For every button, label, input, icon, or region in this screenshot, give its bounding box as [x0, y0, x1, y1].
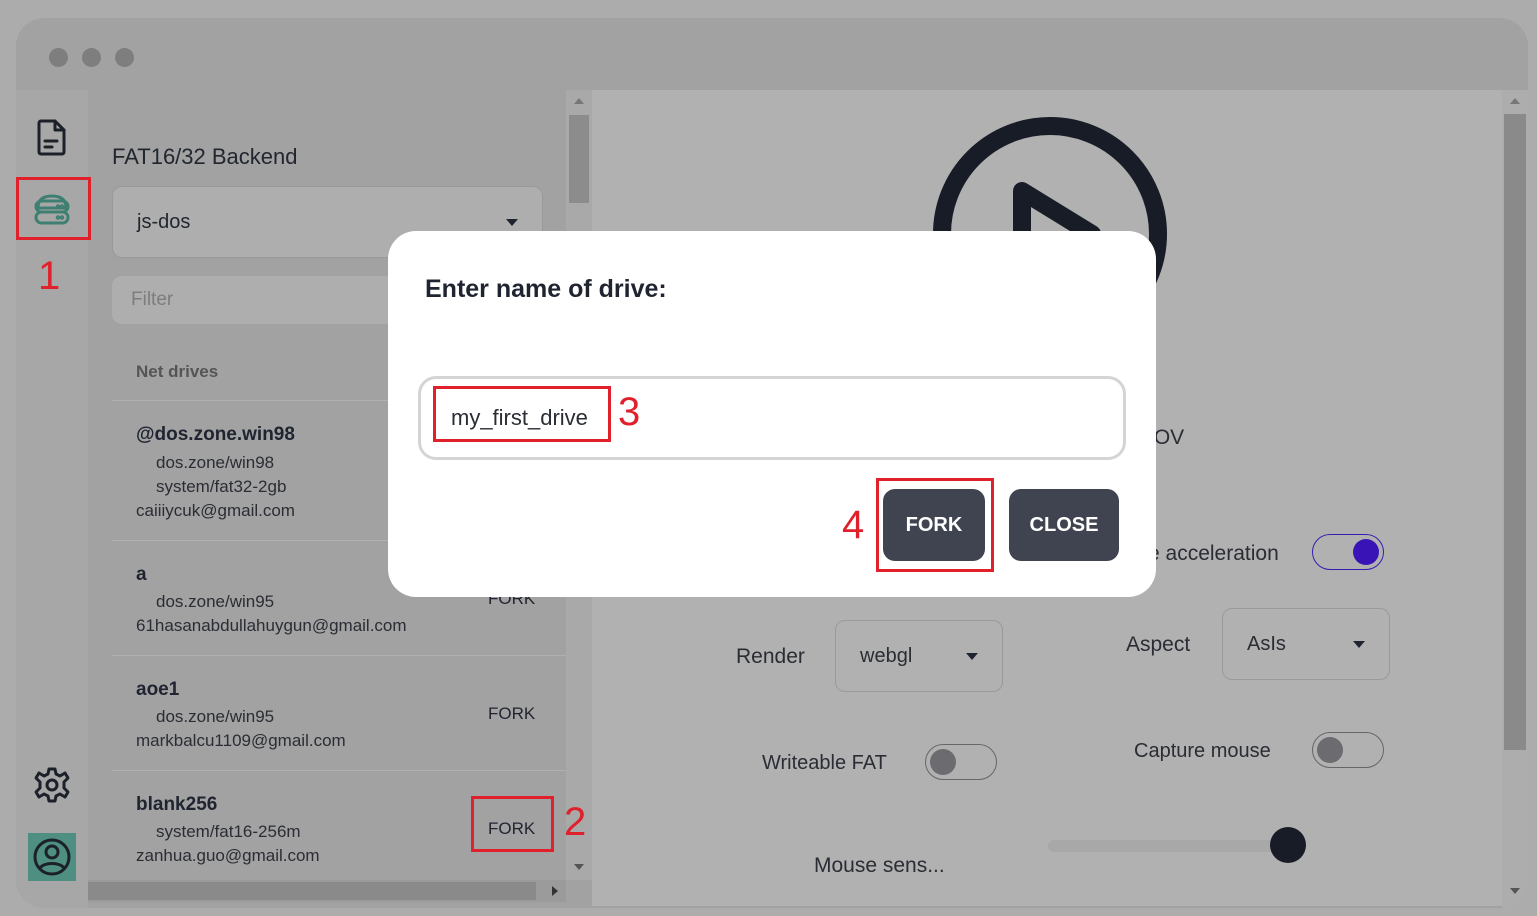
- drive-title: a: [136, 564, 147, 585]
- toggle-knob: [930, 749, 956, 775]
- drive-title: @dos.zone.win98: [136, 424, 295, 445]
- aspect-label: Aspect: [1126, 633, 1191, 656]
- mouse-sensitivity-label: Mouse sens...: [814, 854, 945, 877]
- annotation-box: [16, 177, 91, 240]
- scrollbar-thumb[interactable]: [569, 115, 589, 203]
- window-minimize-button[interactable]: [82, 48, 101, 67]
- window-maximize-button[interactable]: [115, 48, 134, 67]
- window-controls: [49, 48, 134, 67]
- annotation-number: 3: [618, 390, 641, 434]
- scroll-up-icon[interactable]: [1510, 98, 1520, 104]
- render-select-value: webgl: [860, 645, 913, 667]
- drive-detail: dos.zone/win98: [156, 453, 275, 472]
- window-close-button[interactable]: [49, 48, 68, 67]
- annotation-box: [433, 386, 611, 442]
- toggle-knob: [1353, 539, 1379, 565]
- fork-button[interactable]: FORK: [488, 704, 535, 724]
- annotation-number: 4: [842, 503, 865, 547]
- main-vertical-scrollbar[interactable]: [1502, 90, 1528, 908]
- drive-detail: system/fat32-2gb: [156, 477, 287, 496]
- drive-title: blank256: [136, 794, 218, 815]
- drive-title: aoe1: [136, 679, 180, 700]
- annotation-number: 2: [564, 800, 587, 844]
- drive-detail: system/fat16-256m: [156, 822, 301, 841]
- drive-detail: dos.zone/win95: [156, 707, 275, 726]
- panel-horizontal-scrollbar[interactable]: [88, 880, 566, 902]
- annotation-box: [471, 796, 554, 852]
- scroll-down-icon[interactable]: [574, 864, 584, 870]
- chevron-down-icon: [506, 219, 518, 226]
- chevron-down-icon: [966, 653, 978, 660]
- drive-owner: markbalcu1109@gmail.com: [136, 731, 346, 750]
- mouse-acceleration-toggle[interactable]: [1312, 534, 1384, 570]
- backend-select-value: js-dos: [137, 211, 191, 233]
- drive-detail: dos.zone/win95: [156, 592, 275, 611]
- scroll-right-icon[interactable]: [552, 886, 558, 896]
- sidebar-item-settings[interactable]: [28, 761, 76, 809]
- drive-owner: 61hasanabdullahuygun@gmail.com: [136, 616, 407, 635]
- net-drives-header: Net drives: [136, 362, 219, 381]
- sidebar-item-document[interactable]: [28, 113, 76, 161]
- user-icon: [33, 838, 71, 876]
- annotation-box: [876, 478, 994, 572]
- panel-title: FAT16/32 Backend: [112, 144, 298, 169]
- chevron-down-icon: [1353, 641, 1365, 648]
- writeable-fat-toggle[interactable]: [925, 744, 997, 780]
- slider-handle[interactable]: [1270, 827, 1306, 863]
- capture-mouse-label: Capture mouse: [1134, 740, 1271, 762]
- toggle-knob: [1317, 737, 1343, 763]
- mouse-sensitivity-slider[interactable]: [1048, 840, 1288, 852]
- render-select[interactable]: webgl: [835, 620, 1003, 692]
- aspect-select[interactable]: AsIs: [1222, 608, 1390, 680]
- capture-mouse-toggle[interactable]: [1312, 732, 1384, 768]
- annotation-number: 1: [38, 254, 61, 298]
- drive-row: aoe1 dos.zone/win95 markbalcu1109@gmail.…: [112, 655, 566, 770]
- sidebar-item-account[interactable]: [28, 833, 76, 881]
- close-button[interactable]: CLOSE: [1009, 489, 1119, 561]
- dialog-title: Enter name of drive:: [425, 275, 667, 303]
- render-label: Render: [736, 645, 805, 668]
- aspect-select-value: AsIs: [1247, 633, 1286, 655]
- scroll-up-icon[interactable]: [574, 98, 584, 104]
- scrollbar-thumb[interactable]: [1504, 114, 1526, 750]
- scrollbar-thumb[interactable]: [88, 882, 536, 900]
- drive-owner: zanhua.guo@gmail.com: [136, 846, 320, 865]
- document-icon: [37, 119, 66, 156]
- mouse-acceleration-label: e acceleration: [1148, 542, 1279, 565]
- gear-icon: [34, 767, 70, 803]
- drive-owner: caiiiycuk@gmail.com: [136, 501, 295, 520]
- writeable-fat-label: Writeable FAT: [762, 752, 887, 774]
- scroll-down-icon[interactable]: [1510, 888, 1520, 894]
- filter-placeholder: Filter: [131, 289, 174, 310]
